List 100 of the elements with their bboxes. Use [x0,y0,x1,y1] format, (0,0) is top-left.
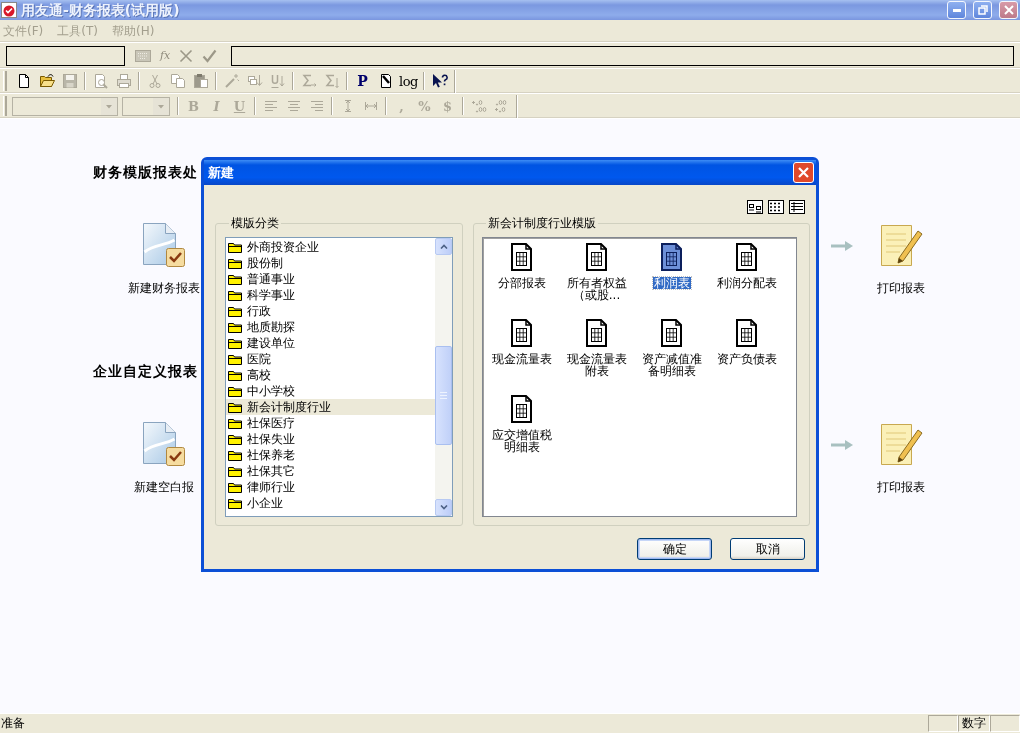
spreadsheet-file-icon [509,318,534,348]
group-label: 新会计制度行业模版 [487,216,597,230]
category-item[interactable]: 中小学校 [226,383,435,399]
category-item[interactable]: 医院 [226,351,435,367]
folder-icon [228,417,242,429]
caret-icon [101,97,117,115]
app-icon [1,2,17,18]
folder-icon [228,385,242,397]
category-item[interactable]: 普通事业 [226,271,435,287]
task-link[interactable]: 新建空白报 [134,480,194,494]
spreadsheet-file-icon [584,242,609,272]
dialog-button[interactable]: 确定 [637,538,712,560]
log-button[interactable]: log [397,70,420,92]
category-item[interactable]: 建设单位 [226,335,435,351]
restore-icon [977,5,988,15]
task-link[interactable]: 打印报表 [877,480,925,494]
folder-icon [228,273,242,285]
folder-icon [228,305,242,317]
folder-icon [228,289,242,301]
folder-icon [228,369,242,381]
folder-icon [228,257,242,269]
status-pane: 数字 [958,715,990,732]
arrow-icon [831,440,853,450]
toolbar-grip[interactable] [3,96,7,116]
section-heading: 企业自定义报表 [93,362,198,380]
dialog-close-button[interactable] [793,162,814,183]
chevron-up-icon [439,244,448,249]
open-folder-icon[interactable] [38,73,55,89]
template-item[interactable]: 现金流量表附表 [559,318,634,377]
dialog-button[interactable]: 取消 [730,538,805,560]
folder-icon [228,401,242,413]
formula-field[interactable] [231,45,1014,66]
spreadsheet-file-icon [659,318,684,348]
folder-icon [228,321,242,333]
template-item[interactable]: 应交增值税明细表 [484,394,559,453]
dialog-title: 新建 [208,163,234,182]
folder-icon [228,433,242,445]
spreadsheet-file-icon [734,242,759,272]
grid-view-icon[interactable] [768,200,784,214]
help-pointer-icon[interactable] [431,73,448,89]
template-item[interactable]: 资产负债表 [709,318,784,365]
template-item[interactable]: 现金流量表 [484,318,559,365]
category-item[interactable]: 外商投资企业 [226,239,435,255]
close-icon [798,167,809,178]
template-item[interactable]: 利润分配表 [709,242,784,289]
cell-name-field[interactable] [6,45,125,66]
category-item[interactable]: 高校 [226,367,435,383]
template-item[interactable]: 利润表 [634,242,709,289]
status-text: 准备 [0,715,26,732]
category-item[interactable]: 社保失业 [226,431,435,447]
window-title: 用友通-财务报表(试用版) [21,1,181,19]
folder-icon [228,481,242,493]
status-pane [990,715,1020,732]
caret-icon [153,97,169,115]
category-item[interactable]: 小企业 [226,495,435,511]
list-view-icon[interactable] [789,200,805,214]
folder-icon [228,353,242,365]
large-icons-view-icon[interactable] [747,200,763,214]
task-link[interactable]: 打印报表 [877,281,925,295]
category-item[interactable]: 新会计制度行业 [226,399,435,415]
folder-icon [228,465,242,477]
arrow-icon [831,241,853,251]
spreadsheet-file-icon [509,242,534,272]
spreadsheet-file-icon [584,318,609,348]
p-button[interactable]: P [351,70,374,92]
folder-icon [228,449,242,461]
close-icon [1003,5,1014,15]
status-pane [928,715,958,732]
group-label: 模版分类 [230,216,280,230]
scroll-down-button[interactable] [435,499,452,516]
spreadsheet-file-icon [734,318,759,348]
template-item[interactable]: 资产减值准备明细表 [634,318,709,377]
template-item[interactable]: 分部报表 [484,242,559,289]
minimize-button[interactable] [947,1,966,19]
scroll-up-button[interactable] [435,238,452,255]
category-item[interactable]: 科学事业 [226,287,435,303]
category-item[interactable]: 地质勘探 [226,319,435,335]
close-button[interactable] [999,1,1018,19]
toolbar-grip[interactable] [3,71,7,91]
category-item[interactable]: 行政 [226,303,435,319]
chevron-down-icon [439,505,448,510]
category-item[interactable]: 社保医疗 [226,415,435,431]
folder-icon [228,241,242,253]
minimize-icon [952,8,961,12]
folder-icon [228,497,242,509]
scrollbar-thumb[interactable] [435,346,452,445]
category-item[interactable]: 律师行业 [226,479,435,495]
task-link[interactable]: 新建财务报表 [128,281,200,295]
document-check-icon[interactable] [142,421,186,467]
document-check-icon[interactable] [142,222,186,268]
section-heading: 财务模版报表处 [93,163,198,181]
restore-button[interactable] [973,1,992,19]
category-item[interactable]: 社保其它 [226,463,435,479]
category-item[interactable]: 社保养老 [226,447,435,463]
folder-icon [228,337,242,349]
spreadsheet-file-icon [659,242,684,272]
grip-icon [440,392,447,399]
spreadsheet-file-icon [509,394,534,424]
template-item[interactable]: 所有者权益（或股... [559,242,634,301]
category-item[interactable]: 股份制 [226,255,435,271]
